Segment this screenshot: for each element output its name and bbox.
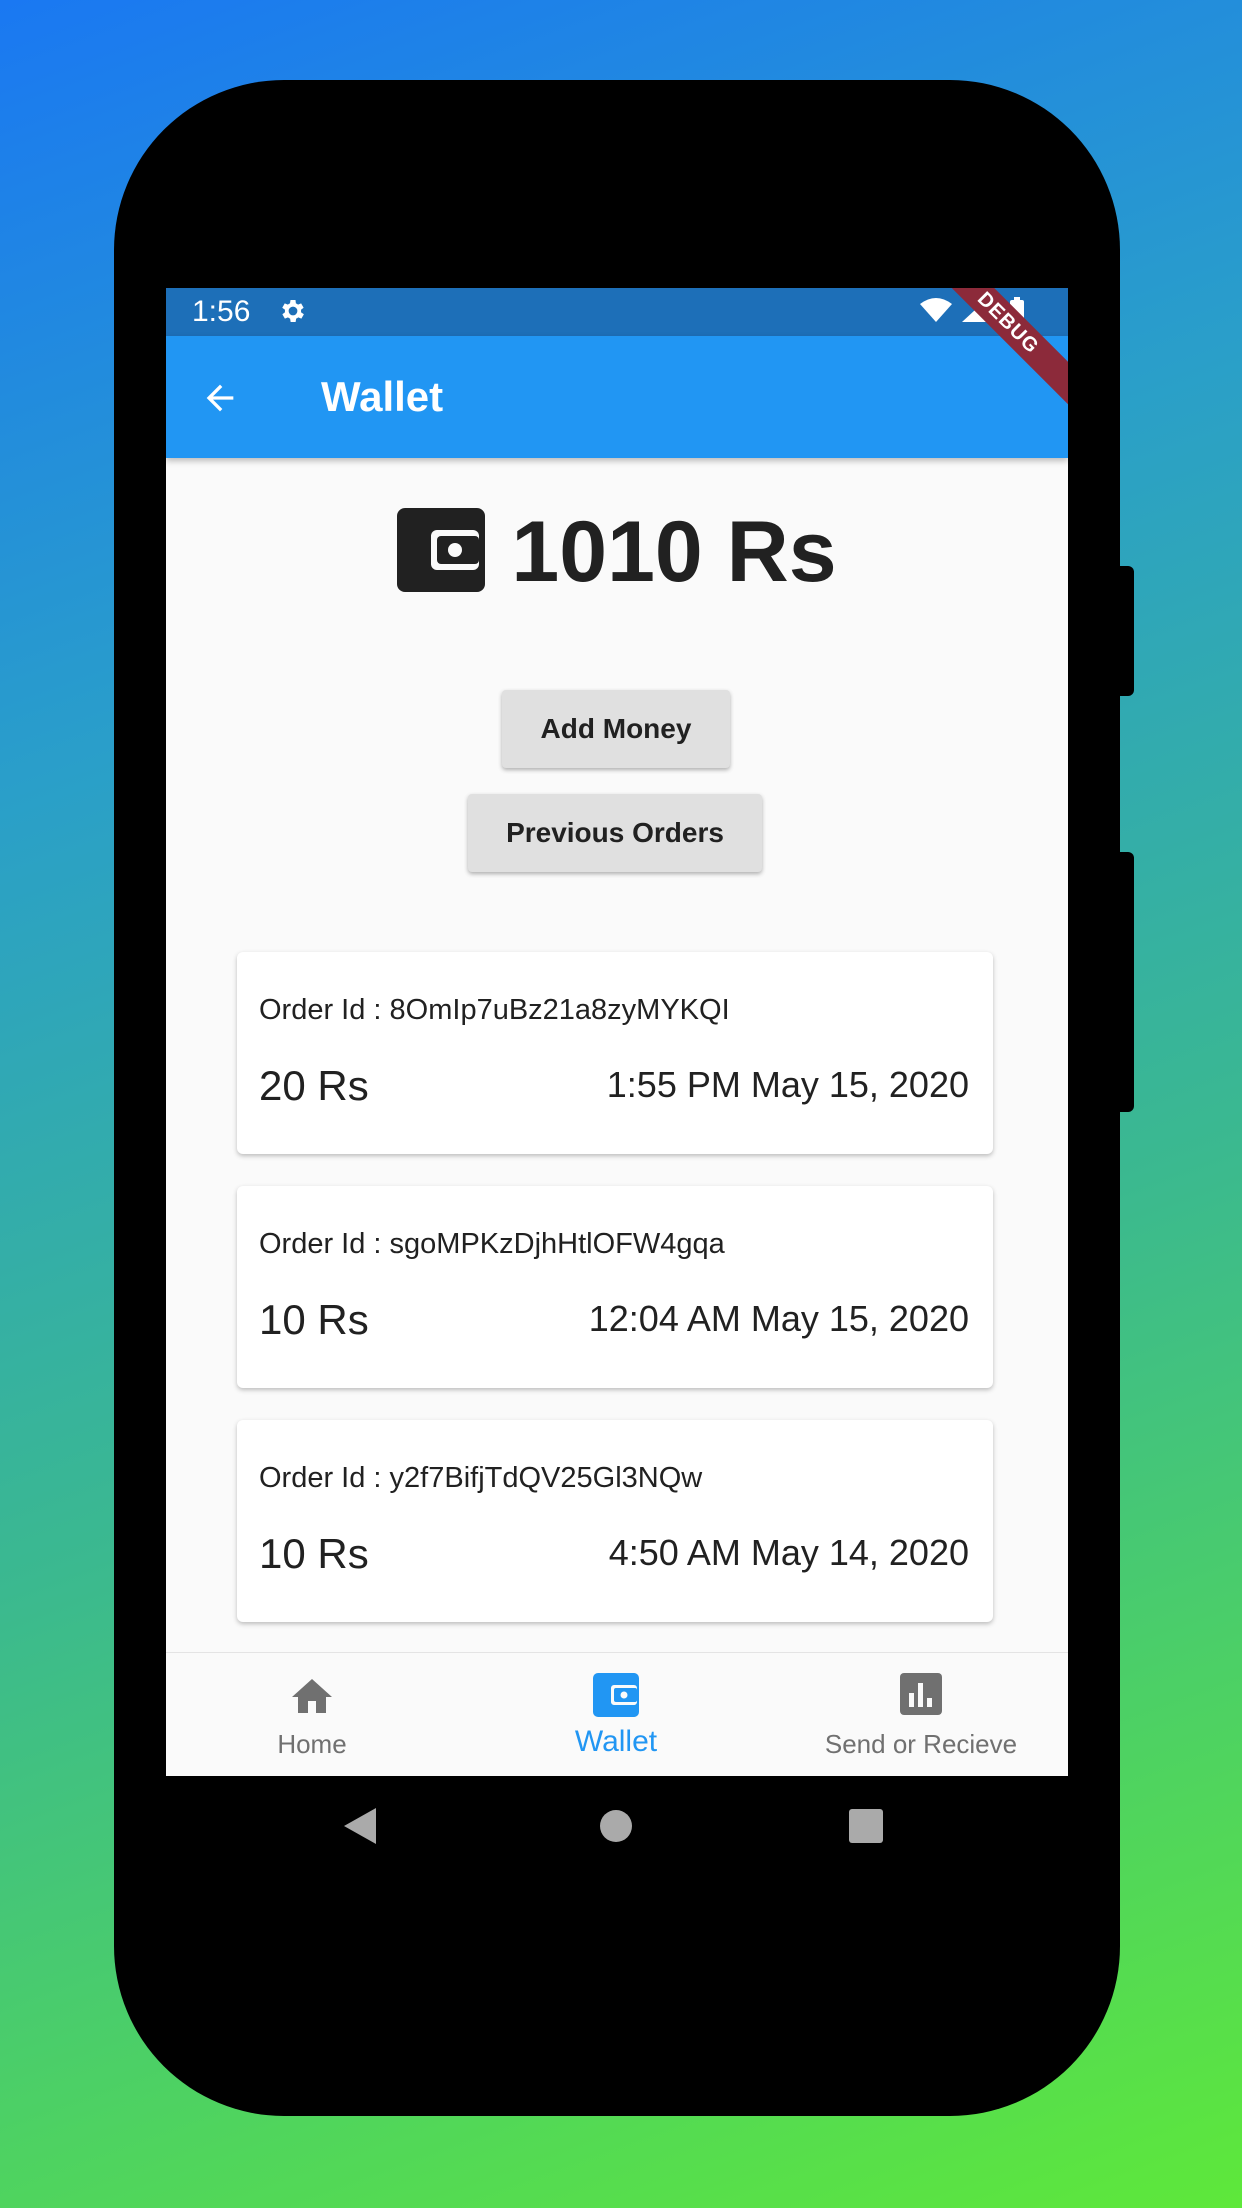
nav-label-wallet: Wallet <box>574 1725 658 1758</box>
bottom-navigation: Home Wallet Send or Recieve <box>166 1652 1068 1776</box>
order-datetime: 4:50 AM May 14, 2020 <box>608 1532 969 1573</box>
back-triangle-icon[interactable] <box>342 1806 378 1851</box>
order-id: Order Id : 8OmIp7uBz21a8zyMYKQI <box>259 994 730 1026</box>
nav-item-home[interactable]: Home <box>166 1653 458 1776</box>
recents-square-icon[interactable] <box>848 1808 884 1849</box>
order-datetime: 1:55 PM May 15, 2020 <box>606 1064 969 1105</box>
phone-side-button <box>1120 566 1134 696</box>
status-time: 1:56 <box>192 295 251 328</box>
gear-icon <box>278 296 308 334</box>
home-circle-icon[interactable] <box>598 1808 634 1849</box>
order-card[interactable]: Order Id : sgoMPKzDjhHtlOFW4gqa 10 Rs 12… <box>237 1186 993 1388</box>
nav-label-send-or-recieve: Send or Recieve <box>824 1729 1018 1759</box>
app-bar: Wallet <box>166 336 1068 458</box>
nav-item-wallet[interactable]: Wallet <box>458 1653 774 1776</box>
app-screen: 1:56 Wallet DEBUG 1010 Rs Add Money Prev… <box>166 288 1068 1776</box>
home-icon <box>288 1673 336 1722</box>
wallet-icon <box>593 1673 639 1722</box>
order-card[interactable]: Order Id : 8OmIp7uBz21a8zyMYKQI 20 Rs 1:… <box>237 952 993 1154</box>
balance-amount: 1010 Rs <box>511 503 837 600</box>
order-id: Order Id : y2f7BifjTdQV25Gl3NQw <box>259 1462 703 1494</box>
order-amount: 20 Rs <box>259 1062 369 1109</box>
wallet-icon <box>397 507 486 597</box>
add-money-button[interactable]: Add Money <box>502 690 730 768</box>
chart-icon <box>900 1673 942 1720</box>
back-arrow-icon[interactable] <box>200 378 240 423</box>
nav-label-home: Home <box>277 1729 347 1759</box>
wallet-balance: 1010 Rs <box>166 502 1068 602</box>
phone-side-button <box>1120 852 1134 1112</box>
nav-item-send-or-recieve[interactable]: Send or Recieve <box>774 1653 1068 1776</box>
order-amount: 10 Rs <box>259 1530 369 1577</box>
page-title: Wallet <box>321 373 444 420</box>
order-id: Order Id : sgoMPKzDjhHtlOFW4gqa <box>259 1228 725 1260</box>
order-card[interactable]: Order Id : y2f7BifjTdQV25Gl3NQw 10 Rs 4:… <box>237 1420 993 1622</box>
wifi-icon <box>920 298 952 322</box>
previous-orders-button[interactable]: Previous Orders <box>468 794 762 872</box>
order-amount: 10 Rs <box>259 1296 369 1343</box>
status-bar: 1:56 <box>166 288 1068 336</box>
system-navigation-bar <box>166 1776 1068 1880</box>
order-datetime: 12:04 AM May 15, 2020 <box>588 1298 969 1339</box>
